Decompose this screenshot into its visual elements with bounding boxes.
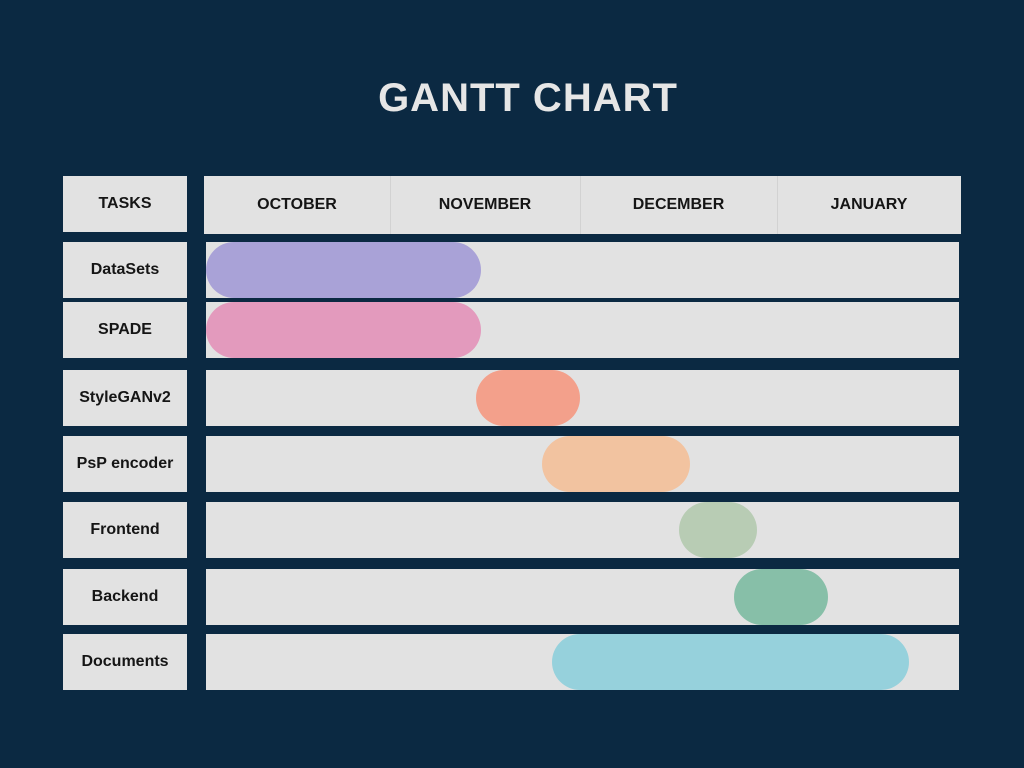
task-label: PsP encoder <box>63 436 187 492</box>
task-bar[interactable] <box>542 436 691 492</box>
task-bar[interactable] <box>551 634 909 690</box>
task-bar[interactable] <box>206 242 482 298</box>
month-label: DECEMBER <box>632 196 725 213</box>
task-track <box>206 569 959 625</box>
task-track <box>206 502 959 558</box>
task-label: Documents <box>63 634 187 690</box>
task-bar[interactable] <box>678 502 758 558</box>
task-label: SPADE <box>63 302 187 358</box>
chart-title: GANTT CHART <box>378 76 678 120</box>
task-bar[interactable] <box>733 569 829 625</box>
task-track <box>206 370 959 426</box>
task-label: DataSets <box>63 242 187 298</box>
task-label: StyleGANv2 <box>63 370 187 426</box>
task-label: Frontend <box>63 502 187 558</box>
tasks-header: TASKS <box>63 176 187 232</box>
task-bar[interactable] <box>206 302 482 358</box>
task-label: Backend <box>63 569 187 625</box>
month-label: OCTOBER <box>257 196 337 213</box>
month-label: NOVEMBER <box>438 196 532 213</box>
month-label: JANUARY <box>830 196 908 213</box>
task-bar[interactable] <box>475 370 580 426</box>
months-header: OCTOBER NOVEMBER DECEMBER JANUARY <box>204 176 961 234</box>
